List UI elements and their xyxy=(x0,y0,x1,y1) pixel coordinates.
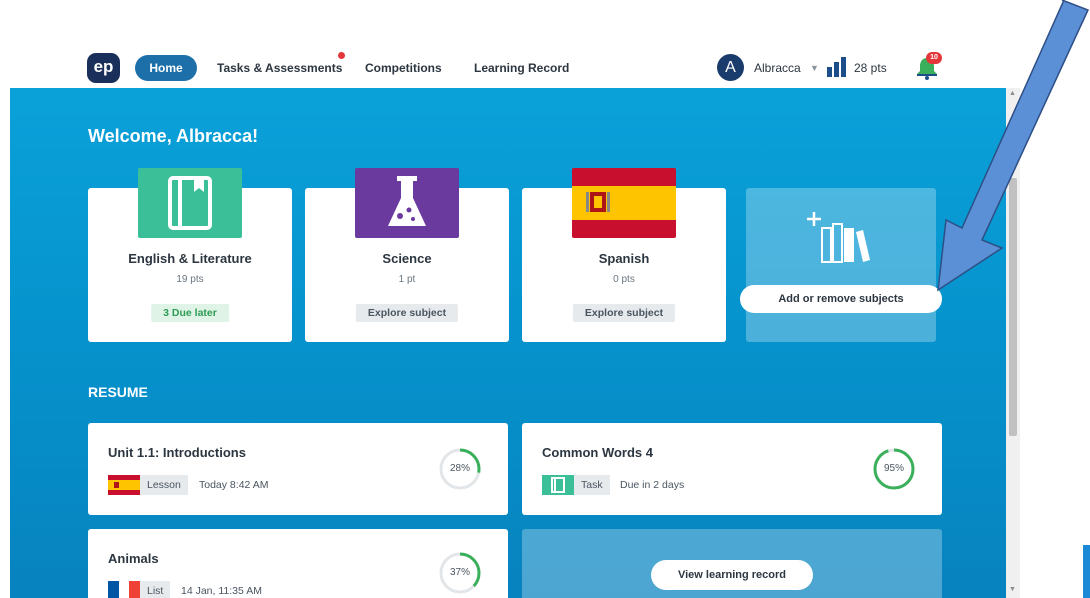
progress-percent: 37% xyxy=(449,567,470,578)
app-window: ep Home Tasks & Assessments Competitions… xyxy=(0,0,1090,598)
scrollbar-thumb[interactable] xyxy=(1009,178,1017,436)
user-avatar[interactable]: A xyxy=(717,54,744,81)
due-later-badge[interactable]: 3 Due later xyxy=(151,304,229,322)
subject-points: 1 pt xyxy=(398,274,416,285)
subject-card-spanish[interactable]: Spanish 0 pts Explore subject xyxy=(522,168,726,342)
resume-item-introductions[interactable]: Unit 1.1: Introductions Lesson Today 8:4… xyxy=(88,423,508,515)
subject-points: 0 pts xyxy=(613,274,635,285)
spain-flag-icon xyxy=(108,475,140,495)
user-name-menu[interactable]: Albracca xyxy=(754,55,801,81)
flask-icon xyxy=(355,168,459,238)
points-total: 28 pts xyxy=(854,61,887,75)
explore-subject-button[interactable]: Explore subject xyxy=(355,304,459,322)
resume-item-title: Unit 1.1: Introductions xyxy=(108,445,246,460)
points-bar-chart-icon xyxy=(827,57,846,77)
vertical-scrollbar[interactable]: ▲ ▼ xyxy=(1006,88,1020,598)
resume-item-title: Common Words 4 xyxy=(542,445,653,460)
add-subjects-card[interactable]: Add or remove subjects xyxy=(740,188,942,342)
subject-name: Spanish xyxy=(598,251,650,266)
welcome-heading: Welcome, Albracca! xyxy=(88,126,259,146)
explore-subject-button[interactable]: Explore subject xyxy=(572,304,676,322)
resume-item-animals[interactable]: Animals List 14 Jan, 11:35 AM 37% xyxy=(88,529,508,598)
view-learning-record-button[interactable]: View learning record xyxy=(651,560,813,590)
add-books-icon xyxy=(807,212,870,263)
resume-item-type: Task xyxy=(574,475,610,495)
subject-card-science[interactable]: Science 1 pt Explore subject xyxy=(305,168,509,342)
tasks-notification-dot xyxy=(338,52,345,59)
subject-name: English & Literature xyxy=(128,251,252,266)
spain-flag-icon xyxy=(572,168,676,238)
notification-count-badge: 10 xyxy=(926,52,942,64)
nav-home-tab[interactable]: Home xyxy=(135,55,197,81)
resume-item-time: Today 8:42 AM xyxy=(199,479,269,491)
book-icon xyxy=(542,475,574,495)
nav-competitions-tab[interactable]: Competitions xyxy=(365,55,442,81)
resume-heading: RESUME xyxy=(88,384,148,400)
scroll-up-arrow-icon[interactable]: ▲ xyxy=(1009,90,1016,97)
subject-points: 19 pts xyxy=(176,274,204,285)
resume-item-common-words[interactable]: Common Words 4 Task Due in 2 days 95% xyxy=(522,423,942,515)
resume-item-time: 14 Jan, 11:35 AM xyxy=(181,585,262,597)
top-nav: ep Home Tasks & Assessments Competitions… xyxy=(0,0,1090,88)
view-learning-record-card: View learning record xyxy=(522,529,942,598)
edge-strip xyxy=(1083,545,1090,598)
add-remove-subjects-button[interactable]: Add or remove subjects xyxy=(740,285,942,313)
resume-item-title: Animals xyxy=(108,551,159,566)
nav-learning-record-tab[interactable]: Learning Record xyxy=(474,55,569,81)
resume-item-time: Due in 2 days xyxy=(620,479,685,491)
ep-logo[interactable]: ep xyxy=(87,53,120,83)
resume-item-type: List xyxy=(140,581,171,598)
subject-name: Science xyxy=(382,251,432,266)
subject-card-english[interactable]: English & Literature 19 pts 3 Due later xyxy=(88,168,292,342)
progress-percent: 95% xyxy=(883,463,904,474)
chevron-down-icon[interactable]: ▼ xyxy=(810,55,819,81)
resume-item-type: Lesson xyxy=(140,475,188,495)
nav-tasks-assessments-tab[interactable]: Tasks & Assessments xyxy=(217,55,342,81)
progress-percent: 28% xyxy=(449,463,470,474)
dashboard-panel: Welcome, Albracca! English & Literature … xyxy=(10,88,1006,598)
france-flag-icon xyxy=(108,581,140,598)
scroll-down-arrow-icon[interactable]: ▼ xyxy=(1009,586,1016,593)
book-icon xyxy=(138,168,242,238)
